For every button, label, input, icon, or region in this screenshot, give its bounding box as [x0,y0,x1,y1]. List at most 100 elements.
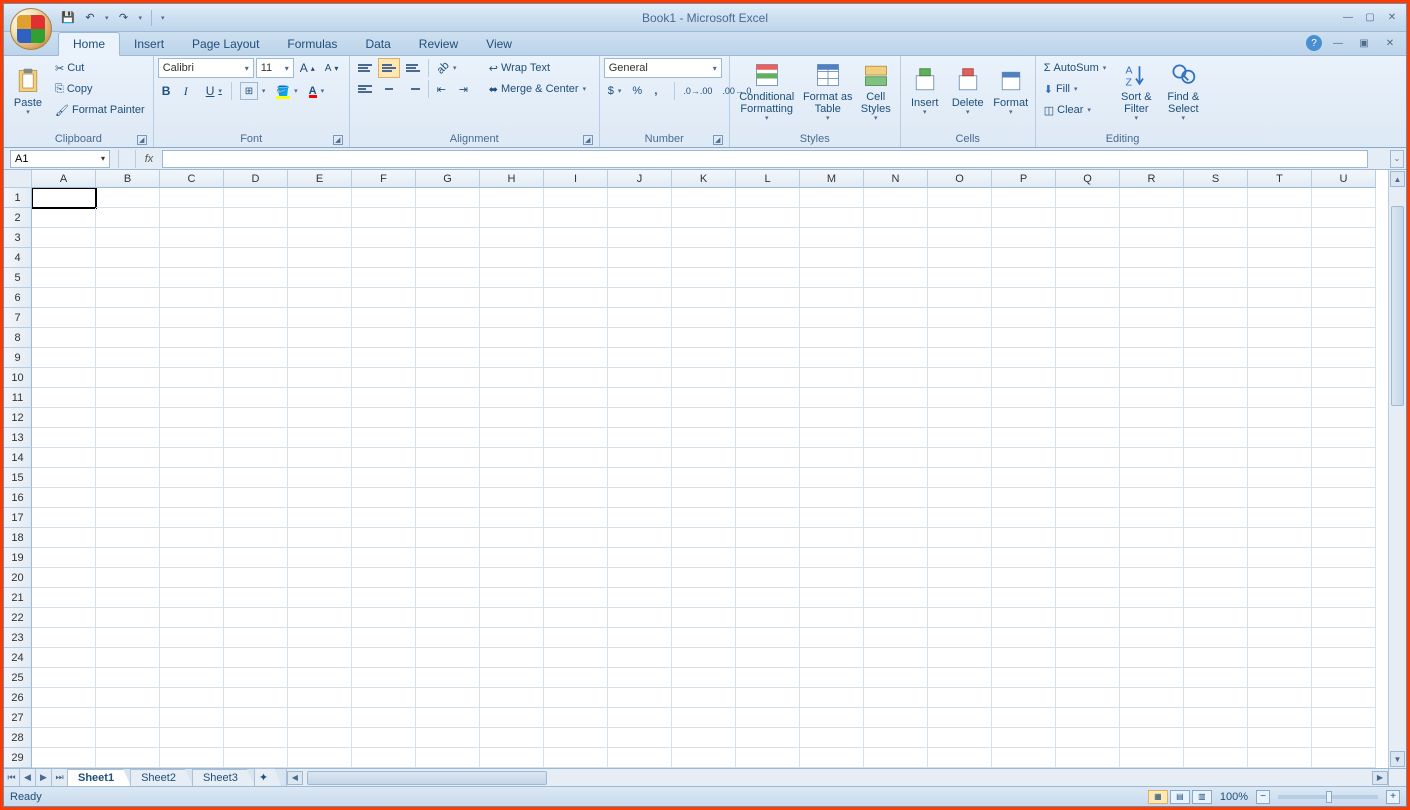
cell[interactable] [928,468,992,488]
cell[interactable] [480,268,544,288]
cell[interactable] [1184,508,1248,528]
cell[interactable] [352,368,416,388]
cell[interactable] [160,248,224,268]
cell[interactable] [224,188,288,208]
column-header[interactable]: J [608,170,672,188]
cell[interactable] [1312,528,1376,548]
cell[interactable] [416,308,480,328]
merge-center-button[interactable]: ⬌Merge & Center▾ [485,79,595,99]
cell[interactable] [672,368,736,388]
cell[interactable] [160,708,224,728]
cell[interactable] [800,728,864,748]
cell[interactable] [416,668,480,688]
cell[interactable] [1184,728,1248,748]
cell[interactable] [864,468,928,488]
cell[interactable] [736,188,800,208]
cell[interactable] [608,588,672,608]
cell[interactable] [1248,208,1312,228]
decrease-indent-button[interactable]: ⇤ [433,79,453,99]
cell[interactable] [736,508,800,528]
cell[interactable] [736,488,800,508]
cell[interactable] [1248,668,1312,688]
minimize-button[interactable]: — [1338,10,1358,26]
cell[interactable] [864,408,928,428]
cell[interactable] [96,208,160,228]
cell[interactable] [1312,448,1376,468]
cell[interactable] [160,208,224,228]
cell[interactable] [96,568,160,588]
cell[interactable] [288,468,352,488]
cell[interactable] [1120,648,1184,668]
cell[interactable] [1120,708,1184,728]
cell[interactable] [160,688,224,708]
cell[interactable] [160,428,224,448]
cell[interactable] [96,388,160,408]
cell[interactable] [928,368,992,388]
cell[interactable] [544,288,608,308]
cell[interactable] [1312,708,1376,728]
cell[interactable] [992,208,1056,228]
cell[interactable] [288,248,352,268]
align-top-button[interactable] [354,58,376,78]
percent-format-button[interactable]: % [628,81,648,101]
cell[interactable] [160,568,224,588]
cell[interactable] [736,408,800,428]
cell[interactable] [416,268,480,288]
cell[interactable] [1184,288,1248,308]
cell[interactable] [1312,588,1376,608]
insert-cells-button[interactable]: Insert▾ [905,58,945,126]
cell[interactable] [992,648,1056,668]
cell[interactable] [1056,188,1120,208]
row-header[interactable]: 14 [4,448,32,468]
cell[interactable] [288,688,352,708]
cell[interactable] [544,668,608,688]
cell[interactable] [800,528,864,548]
cell[interactable] [160,268,224,288]
cell[interactable] [224,468,288,488]
cell[interactable] [928,568,992,588]
tab-review[interactable]: Review [405,33,472,55]
column-header[interactable]: E [288,170,352,188]
cell[interactable] [1248,308,1312,328]
cell[interactable] [352,348,416,368]
column-header[interactable]: K [672,170,736,188]
cell[interactable] [544,188,608,208]
row-header[interactable]: 22 [4,608,32,628]
cell[interactable] [736,668,800,688]
cell[interactable] [352,188,416,208]
cell[interactable] [96,248,160,268]
column-header[interactable]: S [1184,170,1248,188]
row-header[interactable]: 15 [4,468,32,488]
cell[interactable] [800,568,864,588]
cell[interactable] [1248,268,1312,288]
cell[interactable] [608,668,672,688]
cell[interactable] [1248,408,1312,428]
cell[interactable] [544,648,608,668]
cell[interactable] [1312,188,1376,208]
row-header[interactable]: 2 [4,208,32,228]
cell[interactable] [480,568,544,588]
cell[interactable] [608,548,672,568]
cell[interactable] [800,708,864,728]
cell[interactable] [992,228,1056,248]
row-header[interactable]: 9 [4,348,32,368]
cell[interactable] [96,408,160,428]
column-header[interactable]: T [1248,170,1312,188]
cell[interactable] [864,588,928,608]
cell[interactable] [736,688,800,708]
cell[interactable] [672,468,736,488]
cell[interactable] [1248,348,1312,368]
cell[interactable] [160,668,224,688]
cell[interactable] [160,468,224,488]
cell[interactable] [1248,568,1312,588]
cell[interactable] [480,648,544,668]
cell[interactable] [96,728,160,748]
row-header[interactable]: 28 [4,728,32,748]
cell[interactable] [1248,548,1312,568]
cell[interactable] [288,628,352,648]
cell[interactable] [1248,288,1312,308]
cell[interactable] [416,708,480,728]
cell[interactable] [288,748,352,768]
cell[interactable] [416,688,480,708]
cell[interactable] [864,428,928,448]
